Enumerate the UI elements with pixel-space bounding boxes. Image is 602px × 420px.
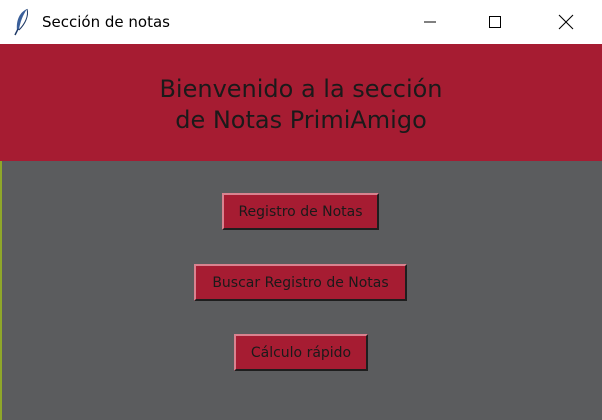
buscar-registro-notas-button[interactable]: Buscar Registro de Notas — [194, 264, 407, 301]
registro-notas-button[interactable]: Registro de Notas — [222, 193, 379, 230]
close-icon — [558, 14, 574, 30]
welcome-banner: Bienvenido a la sección de Notas PrimiAm… — [0, 44, 602, 161]
minimize-icon — [424, 21, 436, 23]
welcome-heading: Bienvenido a la sección de Notas PrimiAm… — [159, 74, 442, 136]
minimize-button[interactable] — [407, 0, 453, 44]
app-window: Sección de notas Bienvenido a la sección… — [0, 0, 602, 420]
feather-icon — [14, 8, 28, 36]
welcome-heading-line2: de Notas PrimiAmigo — [175, 105, 427, 134]
calculo-rapido-button[interactable]: Cálculo rápido — [234, 334, 368, 371]
title-bar[interactable]: Sección de notas — [0, 0, 602, 44]
maximize-button[interactable] — [472, 0, 518, 44]
window-title: Sección de notas — [42, 13, 170, 31]
close-button[interactable] — [543, 0, 589, 44]
welcome-heading-line1: Bienvenido a la sección — [159, 74, 443, 103]
maximize-icon — [489, 16, 501, 28]
